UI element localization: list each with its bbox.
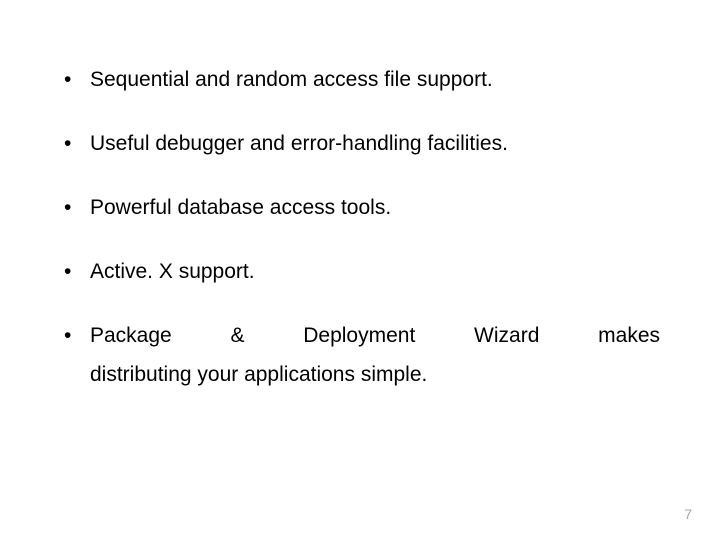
bullet-text-line2: distributing your applications simple. — [90, 355, 660, 395]
bullet-text: Powerful database access tools. — [90, 196, 391, 219]
list-item: Powerful database access tools. — [60, 188, 660, 228]
slide: Sequential and random access file suppor… — [0, 0, 720, 540]
list-item: Sequential and random access file suppor… — [60, 60, 660, 100]
bullet-list: Sequential and random access file suppor… — [60, 60, 660, 395]
list-item: Package & Deployment Wizard makes distri… — [60, 316, 660, 396]
bullet-text: Active. X support. — [90, 260, 255, 283]
bullet-text: Sequential and random access file suppor… — [90, 68, 493, 91]
bullet-text: Useful debugger and error-handling facil… — [90, 132, 508, 155]
bullet-text-line1: Package & Deployment Wizard makes — [90, 316, 660, 356]
list-item: Useful debugger and error-handling facil… — [60, 124, 660, 164]
list-item: Active. X support. — [60, 252, 660, 292]
page-number: 7 — [684, 506, 692, 522]
